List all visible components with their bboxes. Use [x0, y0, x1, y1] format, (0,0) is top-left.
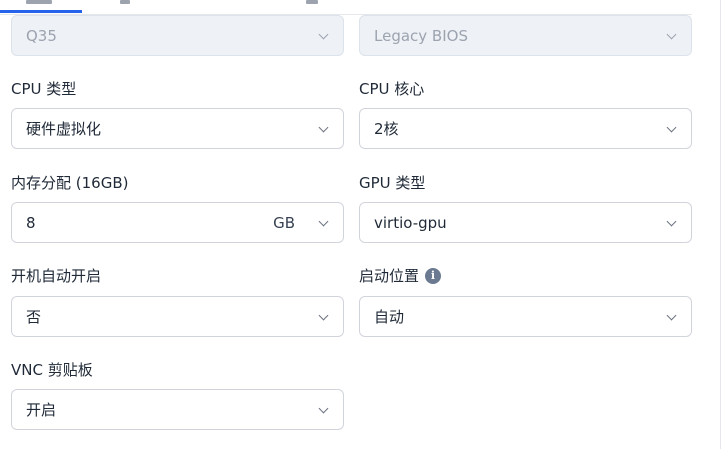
cpu-cores-label-text: CPU 核心 [359, 80, 425, 98]
memory-input[interactable]: 8 GB [11, 202, 344, 243]
boot-location-value: 自动 [374, 308, 405, 326]
cpu-type-value: 硬件虚拟化 [26, 120, 102, 138]
gpu-type-select[interactable]: virtio-gpu [359, 202, 692, 243]
cpu-cores-select[interactable]: 2核 [359, 108, 692, 149]
vnc-clipboard-label: VNC 剪贴板 [11, 360, 93, 380]
firmware-value: Legacy BIOS [374, 26, 468, 45]
cpu-type-label-text: CPU 类型 [11, 80, 77, 98]
vnc-clipboard-label-text: VNC 剪贴板 [11, 361, 93, 379]
vm-settings-form: Q35 Legacy BIOS CPU 类型 硬件虚拟化 CPU 核心 2核 内… [0, 0, 722, 449]
tab-second[interactable] [120, 0, 130, 4]
memory-label: 内存分配 (16GB) [11, 173, 128, 193]
info-icon[interactable]: i [425, 268, 442, 284]
autostart-select[interactable]: 否 [11, 296, 344, 337]
vnc-clipboard-value: 开启 [26, 401, 57, 419]
memory-label-text: 内存分配 (16GB) [11, 174, 129, 192]
machine-type-value: Q35 [26, 26, 57, 45]
vnc-clipboard-select[interactable]: 开启 [11, 389, 344, 430]
gpu-type-value: virtio-gpu [374, 213, 447, 232]
tab-strip [0, 0, 692, 15]
memory-unit: GB [273, 213, 295, 232]
tab-active[interactable] [26, 0, 52, 4]
tab-third[interactable] [306, 0, 318, 4]
cpu-type-label: CPU 类型 [11, 79, 76, 99]
tab-active-indicator [0, 10, 82, 13]
autostart-label-text: 开机自动开启 [11, 267, 102, 285]
firmware-select[interactable]: Legacy BIOS [359, 15, 692, 56]
boot-location-label: 启动位置 i [359, 266, 442, 286]
boot-location-select[interactable]: 自动 [359, 296, 692, 337]
autostart-value: 否 [26, 308, 42, 326]
gpu-type-label-text: GPU 类型 [359, 174, 426, 192]
machine-type-select[interactable]: Q35 [11, 15, 344, 56]
memory-value: 8 [26, 213, 36, 232]
gpu-type-label: GPU 类型 [359, 173, 425, 193]
boot-location-label-text: 启动位置 [359, 267, 420, 285]
scroll-edge [720, 0, 721, 449]
cpu-cores-label: CPU 核心 [359, 79, 424, 99]
cpu-cores-value: 2核 [374, 120, 399, 138]
cpu-type-select[interactable]: 硬件虚拟化 [11, 108, 344, 149]
autostart-label: 开机自动开启 [11, 266, 101, 286]
